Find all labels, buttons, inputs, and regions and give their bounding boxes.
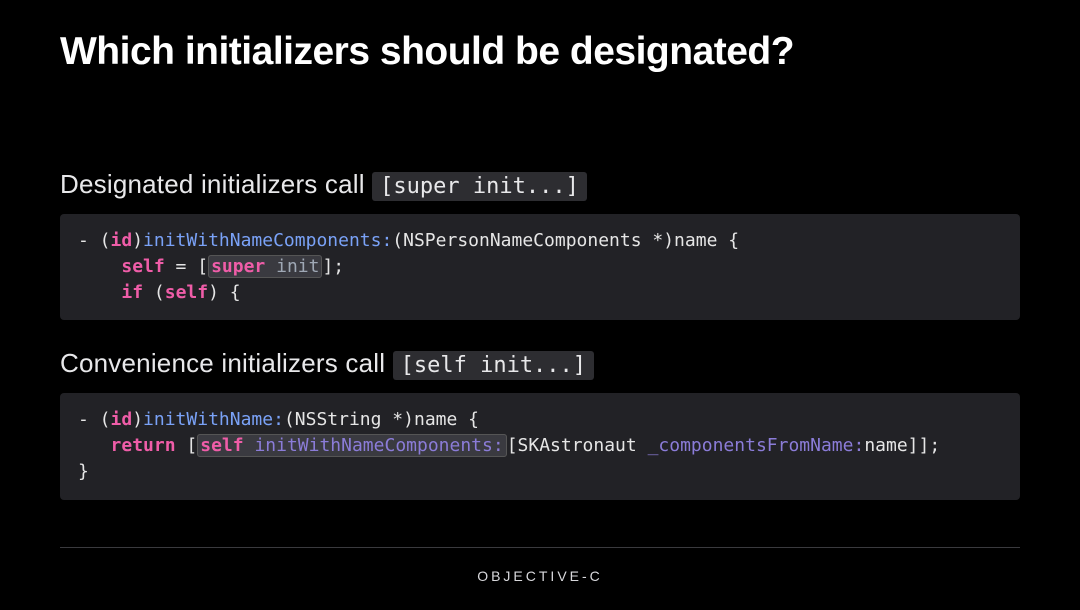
c2-l1b: ) — [132, 409, 143, 430]
c1-l2-init: init — [276, 256, 319, 277]
code-block-convenience: - (id)initWithName:(NSString *)name { re… — [60, 393, 1020, 499]
c1-l3b: ( — [143, 282, 165, 303]
section1-label-text: Designated initializers call — [60, 169, 372, 199]
c1-l1b: ) — [132, 230, 143, 251]
c2-l1a: - ( — [78, 409, 111, 430]
c1-l1c: (NSPersonNameComponents *)name { — [392, 230, 739, 251]
slide-root: Which initializers should be designated?… — [0, 0, 1080, 610]
c2-l2-sel: initWithNameComponents: — [254, 435, 503, 456]
c2-l2-sp — [244, 435, 255, 456]
c2-l2-sel2: _componentsFromName: — [648, 435, 865, 456]
section2-label-text: Convenience initializers call — [60, 348, 393, 378]
c1-l3c: ) { — [208, 282, 241, 303]
section1-label-code: [super init...] — [372, 172, 587, 201]
c2-l2a — [78, 435, 111, 456]
slide-title: Which initializers should be designated? — [60, 30, 1020, 74]
c1-l2c: ]; — [322, 256, 344, 277]
section2-label-code: [self init...] — [393, 351, 594, 380]
c1-l1-sel: initWithNameComponents: — [143, 230, 392, 251]
c2-l1c: (NSString *)name { — [284, 409, 479, 430]
section1-label: Designated initializers call [super init… — [60, 169, 1020, 200]
c2-l1-sel: initWithName: — [143, 409, 284, 430]
c1-l2b: = [ — [165, 256, 208, 277]
c1-l3a — [78, 282, 121, 303]
c2-l2d: name]]; — [864, 435, 940, 456]
c1-l2-sp — [265, 256, 276, 277]
code-block-designated: - (id)initWithNameComponents:(NSPersonNa… — [60, 214, 1020, 320]
c1-l1a: - ( — [78, 230, 111, 251]
c1-l3-if: if — [121, 282, 143, 303]
c2-l2b: [ — [176, 435, 198, 456]
c2-l2-ret: return — [111, 435, 176, 456]
c1-l2-super: super — [211, 256, 265, 277]
c2-l2c: [SKAstronaut — [507, 435, 648, 456]
footer-label: OBJECTIVE-C — [0, 568, 1080, 584]
c1-l3-self: self — [165, 282, 208, 303]
c2-l2-self: self — [200, 435, 243, 456]
section2-label: Convenience initializers call [self init… — [60, 348, 1020, 379]
c2-l1-id: id — [111, 409, 133, 430]
c1-l2-self: self — [121, 256, 164, 277]
c1-l1-id: id — [111, 230, 133, 251]
c2-l3: } — [78, 461, 89, 482]
c1-l2a — [78, 256, 121, 277]
footer-divider — [60, 547, 1020, 548]
